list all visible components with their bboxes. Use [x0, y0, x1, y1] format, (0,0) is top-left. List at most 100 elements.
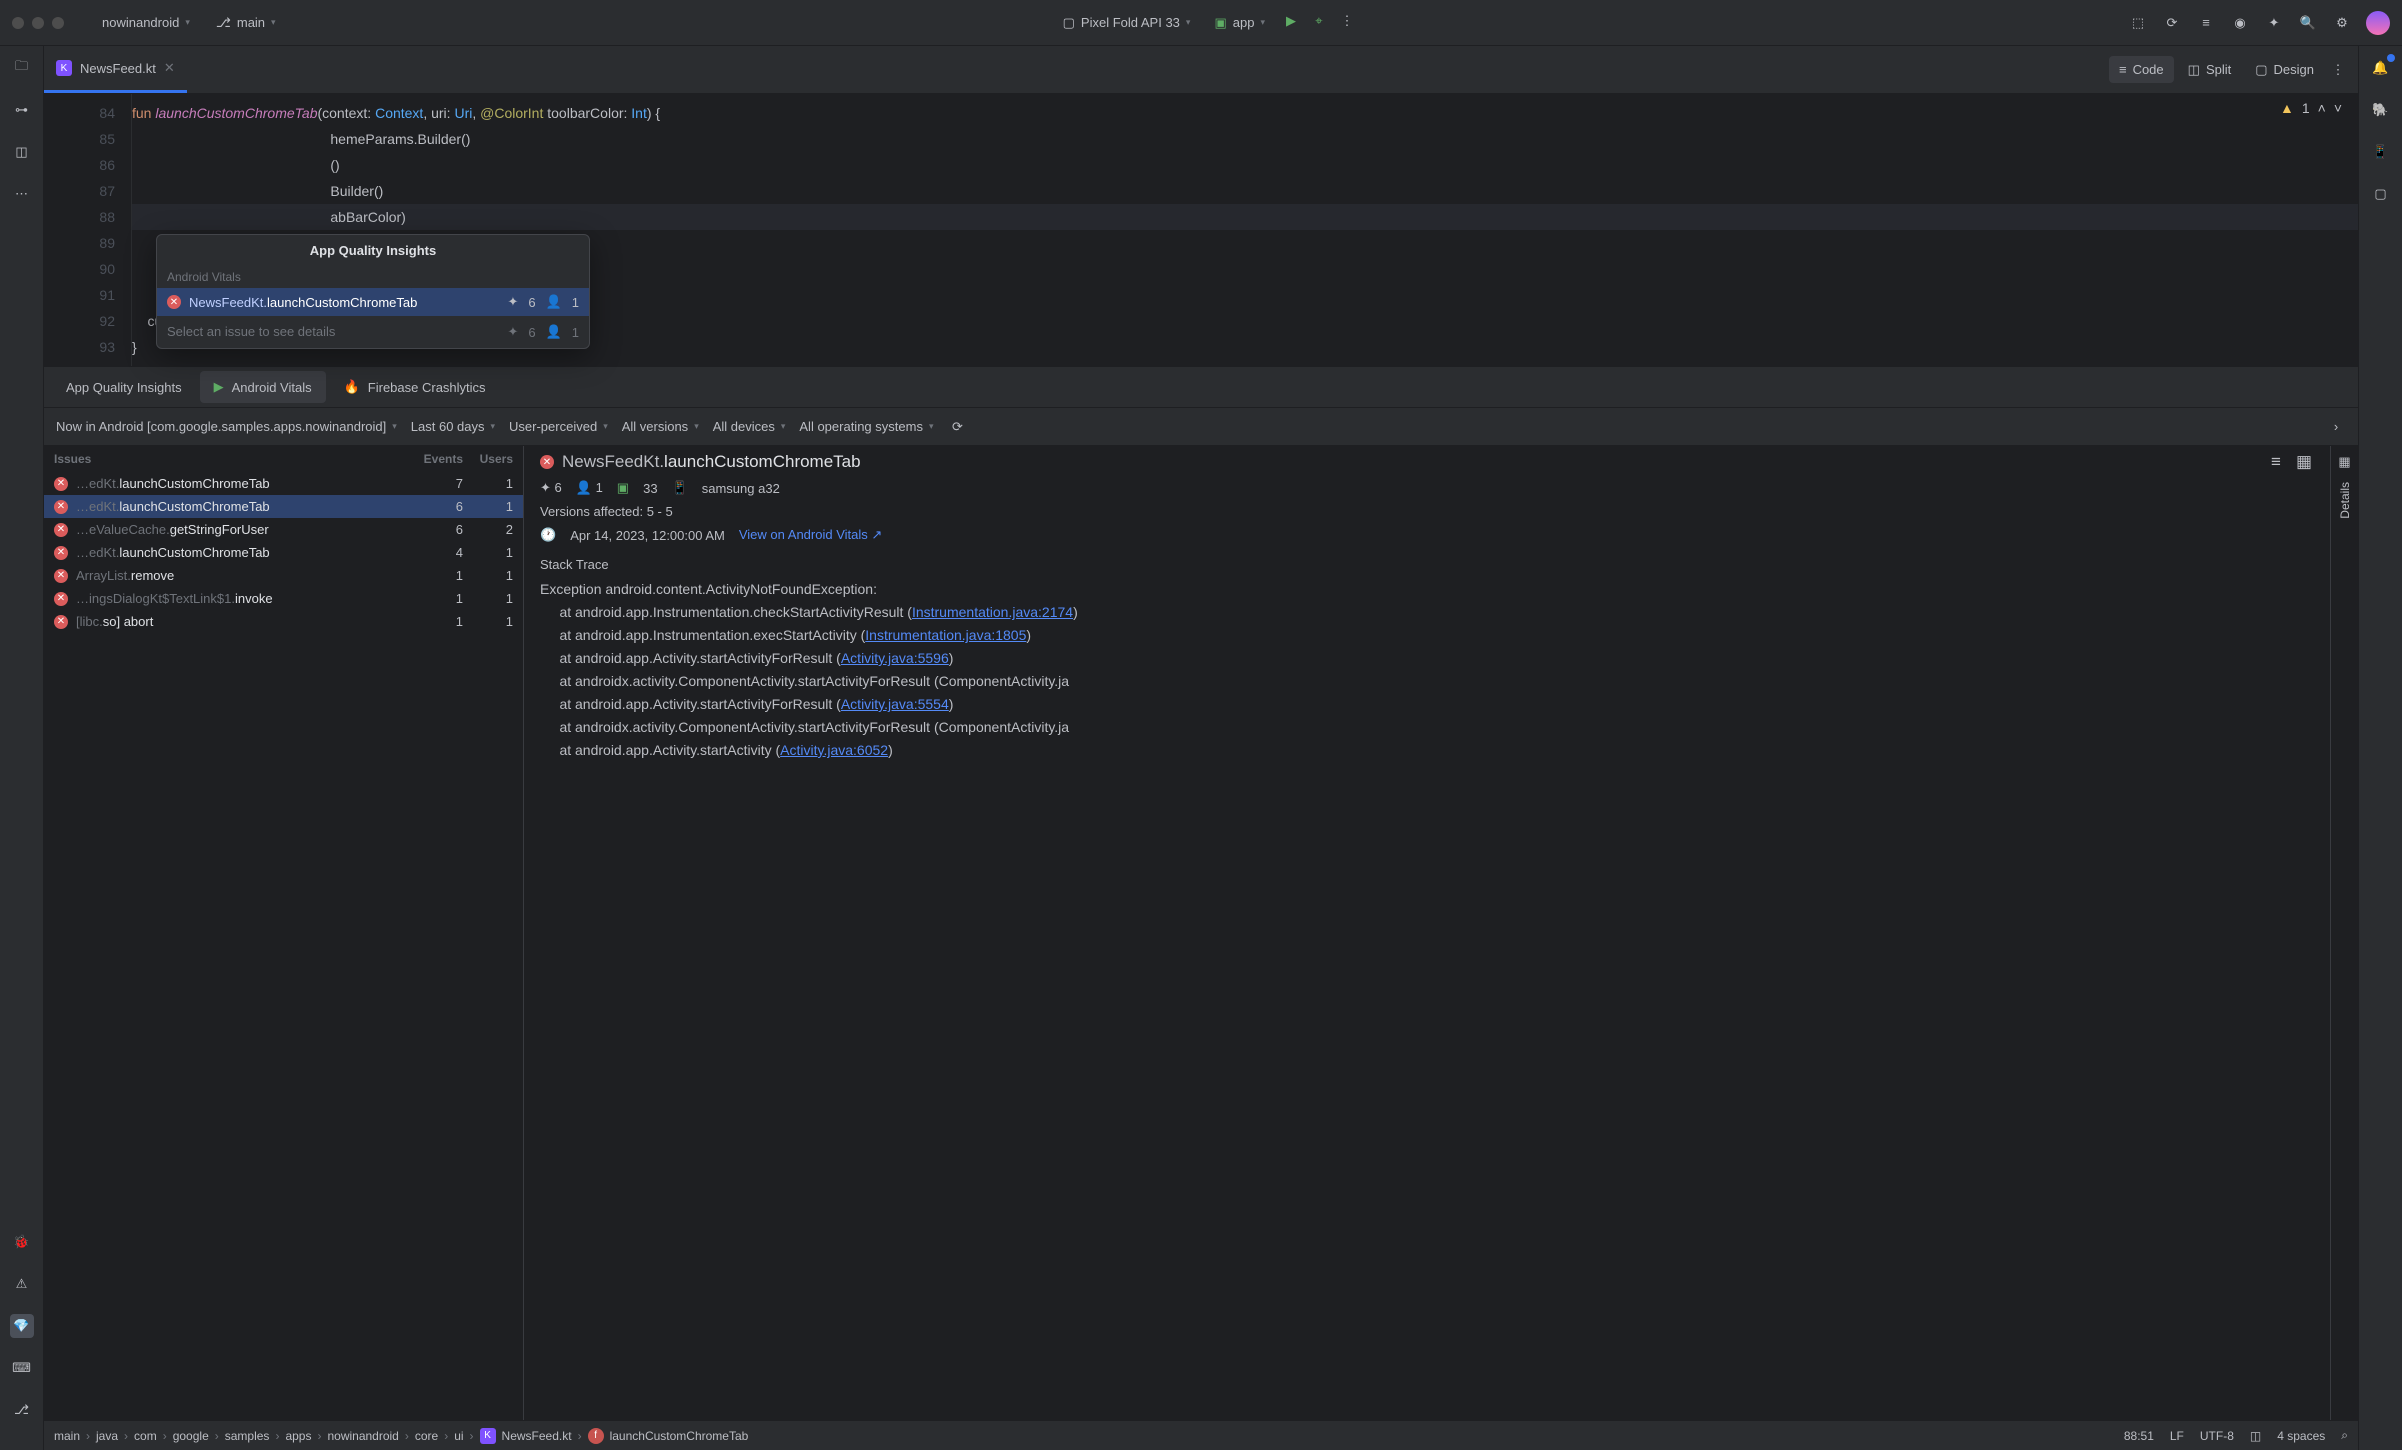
app-quality-insights-icon[interactable]: 💎	[10, 1314, 34, 1338]
view-mode-code[interactable]: ≡ Code	[2109, 56, 2174, 83]
logcat-icon[interactable]: 🐞	[10, 1230, 34, 1254]
branch-selector[interactable]: ⎇ main ▾	[208, 11, 284, 35]
chevron-down-icon: ▾	[1260, 17, 1265, 28]
debug-button[interactable]: ⌖	[1309, 11, 1329, 31]
breadcrumb[interactable]: main	[54, 1429, 80, 1443]
project-tool-icon[interactable]: 🗀	[10, 56, 34, 80]
view-mode-design[interactable]: ▢ Design	[2245, 56, 2324, 84]
run-config-selector[interactable]: ▣ app ▾	[1206, 11, 1273, 35]
next-issue-icon[interactable]: ˅	[2334, 100, 2342, 116]
breadcrumb[interactable]: samples	[225, 1429, 270, 1443]
issue-row[interactable]: ✕…edKt.launchCustomChromeTab41	[44, 541, 523, 564]
more-actions-icon[interactable]: ⋮	[1337, 11, 1357, 31]
commit-tool-icon[interactable]: ⊶	[10, 98, 34, 122]
breadcrumb[interactable]: ui	[454, 1429, 463, 1443]
layout-icon[interactable]: ≡	[2196, 13, 2216, 33]
issue-row[interactable]: ✕ArrayList.remove11	[44, 564, 523, 587]
more-tools-icon[interactable]: ⋯	[10, 182, 34, 206]
details-side-tab[interactable]: ▦ Details	[2330, 446, 2358, 1420]
events-icon: ✦	[507, 324, 518, 340]
account-avatar[interactable]	[2366, 11, 2390, 35]
detail-options-icon[interactable]: ≡	[2266, 452, 2286, 472]
code-with-me-icon[interactable]: ⬚	[2128, 13, 2148, 33]
close-tab-icon[interactable]: ✕	[164, 60, 175, 76]
popup-issue-row[interactable]: ✕ NewsFeedKt.launchCustomChromeTab ✦6 👤1	[157, 288, 589, 316]
terminal-icon[interactable]: ⌨	[10, 1356, 34, 1380]
device-manager-icon[interactable]: 📱	[2369, 140, 2393, 164]
stack-trace[interactable]: Exception android.content.ActivityNotFou…	[540, 578, 2314, 762]
profiler-icon[interactable]: ◉	[2230, 13, 2250, 33]
breadcrumb[interactable]: core	[415, 1429, 438, 1443]
tab-options-icon[interactable]: ⋮	[2328, 60, 2348, 80]
issue-row[interactable]: ✕…edKt.launchCustomChromeTab71	[44, 472, 523, 495]
chevron-down-icon: ▾	[185, 17, 190, 28]
device-icon: ▢	[1063, 15, 1075, 31]
trace-link[interactable]: Instrumentation.java:2174	[912, 604, 1073, 620]
aqi-popup: App Quality Insights Android Vitals ✕ Ne…	[156, 234, 590, 349]
emulator-icon[interactable]: ▢	[2369, 182, 2393, 206]
issue-row[interactable]: ✕…eValueCache.getStringForUser62	[44, 518, 523, 541]
trace-link[interactable]: Instrumentation.java:1805	[865, 627, 1026, 643]
design-icon: ▢	[2255, 62, 2267, 78]
vcs-icon[interactable]: ⎇	[10, 1398, 34, 1422]
tab-crashlytics[interactable]: 🔥 Firebase Crashlytics	[330, 371, 500, 403]
error-icon: ✕	[540, 455, 554, 469]
project-selector[interactable]: nowinandroid ▾	[94, 11, 198, 34]
breadcrumb[interactable]: com	[134, 1429, 157, 1443]
search-icon[interactable]: 🔍	[2298, 13, 2318, 33]
issue-row[interactable]: ✕…ingsDialogKt$TextLink$1.invoke11	[44, 587, 523, 610]
readonly-icon[interactable]: ◫	[2250, 1429, 2261, 1443]
popup-title: App Quality Insights	[157, 235, 589, 266]
cursor-position[interactable]: 88:51	[2124, 1429, 2154, 1443]
error-icon: ✕	[54, 477, 68, 491]
breadcrumb-function[interactable]: launchCustomChromeTab	[610, 1429, 749, 1443]
filter-range[interactable]: Last 60 days▾	[411, 419, 495, 434]
bottom-panel-tabs: App Quality Insights ▶ Android Vitals 🔥 …	[44, 366, 2358, 408]
filter-app[interactable]: Now in Android [com.google.samples.apps.…	[56, 419, 397, 434]
filter-devices[interactable]: All devices▾	[713, 419, 786, 434]
split-icon: ◫	[2188, 62, 2200, 78]
close-window[interactable]	[12, 17, 24, 29]
window-controls[interactable]	[12, 17, 64, 29]
run-button[interactable]: ▶	[1281, 11, 1301, 31]
tab-aqi[interactable]: App Quality Insights	[52, 372, 196, 403]
file-tab[interactable]: K NewsFeed.kt ✕	[44, 46, 187, 93]
filter-perceived[interactable]: User-perceived▾	[509, 419, 608, 434]
breadcrumb[interactable]: google	[173, 1429, 209, 1443]
breadcrumb-file[interactable]: NewsFeed.kt	[502, 1429, 572, 1443]
detail-table-icon[interactable]: ▦	[2294, 452, 2314, 472]
breadcrumb[interactable]: apps	[285, 1429, 311, 1443]
tab-android-vitals[interactable]: ▶ Android Vitals	[200, 371, 326, 403]
breadcrumb[interactable]: java	[96, 1429, 118, 1443]
trace-link[interactable]: Activity.java:5596	[841, 650, 949, 666]
resource-tool-icon[interactable]: ◫	[10, 140, 34, 164]
device-selector[interactable]: ▢ Pixel Fold API 33 ▾	[1055, 11, 1199, 35]
filter-versions[interactable]: All versions▾	[622, 419, 699, 434]
breadcrumb[interactable]: nowinandroid	[327, 1429, 398, 1443]
sync-icon[interactable]: ⟳	[2162, 13, 2182, 33]
maximize-window[interactable]	[52, 17, 64, 29]
file-encoding[interactable]: UTF-8	[2200, 1429, 2234, 1443]
filter-os[interactable]: All operating systems▾	[799, 419, 933, 434]
settings-icon[interactable]: ⚙	[2332, 13, 2352, 33]
notifications-icon[interactable]: 🔔	[2369, 56, 2393, 80]
inspections-widget[interactable]: ▲ 1 ˄ ˅	[2280, 100, 2342, 116]
kotlin-file-icon: K	[56, 60, 72, 76]
issue-row[interactable]: ✕[libc.so] abort11	[44, 610, 523, 633]
indent-setting[interactable]: 4 spaces	[2277, 1429, 2325, 1443]
refresh-icon[interactable]: ⟳	[947, 417, 967, 437]
code-editor[interactable]: 84 85 86 87 88 89 90 91 92 93 fun launch…	[44, 94, 2358, 366]
line-separator[interactable]: LF	[2170, 1429, 2184, 1443]
view-on-vitals-link[interactable]: View on Android Vitals ↗	[739, 527, 882, 543]
minimize-window[interactable]	[32, 17, 44, 29]
trace-link[interactable]: Activity.java:5554	[841, 696, 949, 712]
overflow-icon[interactable]: ›	[2326, 417, 2346, 437]
gradle-icon[interactable]: 🐘	[2369, 98, 2393, 122]
view-mode-split[interactable]: ◫ Split	[2178, 56, 2242, 84]
problems-icon[interactable]: ⚠	[10, 1272, 34, 1296]
assistant-icon[interactable]: ✦	[2264, 13, 2284, 33]
issue-row[interactable]: ✕…edKt.launchCustomChromeTab61	[44, 495, 523, 518]
memory-icon[interactable]: ⌕	[2341, 1428, 2348, 1443]
trace-link[interactable]: Activity.java:6052	[780, 742, 888, 758]
prev-issue-icon[interactable]: ˄	[2318, 100, 2326, 116]
